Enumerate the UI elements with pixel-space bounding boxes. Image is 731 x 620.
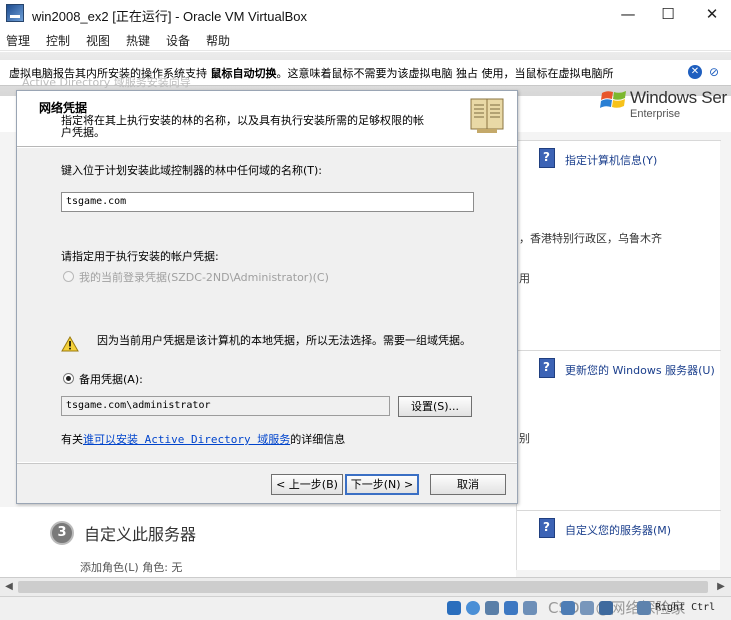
server-manager-right-panel: 指定计算机信息(Y) ，香港特别行政区，乌鲁木齐 用 更新您的 Windows … — [516, 140, 721, 570]
windows-server-logo: Windows Ser Enterprise — [600, 84, 731, 124]
next-button[interactable]: 下一步(N) > — [345, 474, 419, 495]
menu-help[interactable]: 帮助 — [206, 32, 230, 49]
current-credentials-radio[interactable] — [63, 271, 74, 282]
link-specify-computer-info[interactable]: 指定计算机信息(Y) — [565, 152, 657, 168]
menu-view[interactable]: 视图 — [86, 32, 110, 49]
logo-text: Windows Ser — [630, 88, 727, 107]
dont-show-again-icon[interactable]: ⊘ — [706, 64, 722, 80]
scroll-left-arrow-icon[interactable]: ◀ — [2, 580, 16, 594]
logo-subtext: Enterprise — [630, 108, 681, 120]
link-update-windows-server[interactable]: 更新您的 Windows 服务器(U) — [565, 362, 715, 378]
domain-name-input[interactable]: tsgame.com — [61, 192, 474, 212]
network-icon[interactable] — [504, 601, 518, 615]
credentials-label: 请指定用于执行安装的帐户凭据: — [61, 250, 219, 263]
link-customize-server[interactable]: 自定义您的服务器(M) — [565, 522, 671, 538]
alternate-credentials-label: 备用凭据(A): — [79, 373, 143, 386]
cancel-button[interactable]: 取消 — [430, 474, 506, 495]
usb-icon[interactable] — [523, 601, 537, 615]
cpu-icon[interactable] — [599, 601, 613, 615]
window-title: win2008_ex2 [正在运行] - Oracle VM VirtualBo… — [32, 9, 308, 24]
wizard-page-subtitle: 指定将在其上执行安装的林的名称，以及具有执行安装所需的足够权限的帐户凭据。 — [61, 114, 424, 139]
menubar: 管理 控制 视图 热键 设备 帮助 — [0, 29, 731, 51]
menu-manage[interactable]: 管理 — [6, 32, 30, 49]
partial-text: 用 — [519, 272, 530, 285]
alternate-credentials-radio[interactable] — [63, 373, 74, 384]
set-credentials-button[interactable]: 设置(S)... — [398, 396, 472, 417]
location-text: ，香港特别行政区，乌鲁木齐 — [519, 232, 662, 245]
partial-text: 别 — [519, 432, 530, 445]
warning-text: 因为当前用户凭据是该计算机的本地凭据，所以无法选择。需要一组域凭据。 — [97, 334, 471, 347]
wizard-body: 键入位于计划安装此域控制器的林中任何域的名称(T): tsgame.com 请指… — [17, 148, 517, 462]
display-icon[interactable] — [561, 601, 575, 615]
close-window-button[interactable]: ✕ — [698, 3, 726, 25]
roles-row: 添加角色(L) 角色: 无 — [80, 561, 183, 574]
help-doc-icon — [539, 148, 555, 168]
wizard-window-title-faded: Active Directory 域服务安装向导 — [22, 76, 191, 89]
divider — [517, 350, 721, 351]
vbox-status-bar: CSDN @网络探险家 Right Ctrl — [0, 596, 731, 620]
mouse-integration-icon[interactable] — [637, 601, 651, 615]
wizard-header: 网络凭据 指定将在其上执行安装的林的名称，以及具有执行安装所需的足够权限的帐户凭… — [17, 91, 517, 147]
divider — [517, 510, 721, 511]
menu-control[interactable]: 控制 — [46, 32, 70, 49]
optical-drive-icon[interactable] — [466, 601, 480, 615]
ad-install-wizard-dialog: 网络凭据 指定将在其上执行安装的林的名称，以及具有执行安装所需的足够权限的帐户凭… — [16, 90, 518, 504]
section-title: 自定义此服务器 — [84, 525, 197, 544]
host-key-label: Right Ctrl — [655, 602, 716, 613]
alternate-credentials-field: tsgame.com\administrator — [61, 396, 390, 416]
scroll-thumb[interactable] — [18, 581, 708, 593]
guest-screen[interactable]: Windows Ser Enterprise 指定计算机信息(Y) ，香港特别行… — [0, 52, 731, 596]
minimize-button[interactable]: — — [614, 3, 642, 25]
divider — [517, 140, 721, 141]
current-credentials-label: 我的当前登录凭据(SZDC-2ND\Administrator)(C) — [79, 271, 329, 284]
more-info-line: 有关谁可以安装 Active Directory 域服务的详细信息 — [61, 433, 346, 446]
help-doc-icon — [539, 518, 555, 538]
vbox-titlebar: win2008_ex2 [正在运行] - Oracle VM VirtualBo… — [0, 0, 731, 29]
back-button[interactable]: < 上一步(B) — [271, 474, 343, 495]
menu-devices[interactable]: 设备 — [166, 32, 190, 49]
hard-disk-icon[interactable] — [447, 601, 461, 615]
who-can-install-link[interactable]: 谁可以安装 Active Directory 域服务 — [83, 433, 290, 446]
help-doc-icon — [539, 358, 555, 378]
horizontal-scrollbar[interactable]: ◀ ▶ — [0, 577, 731, 596]
scroll-right-arrow-icon[interactable]: ▶ — [714, 580, 728, 594]
step-number-badge: 3 — [50, 521, 74, 545]
menu-hotkey[interactable]: 热键 — [126, 32, 150, 49]
warning-icon — [61, 336, 79, 352]
windows-flag-icon — [600, 91, 626, 108]
close-notification-icon[interactable]: ✕ — [688, 65, 702, 79]
virtualbox-app-icon — [6, 4, 24, 22]
audio-icon[interactable] — [485, 601, 499, 615]
recording-icon[interactable] — [580, 601, 594, 615]
open-book-icon — [470, 98, 504, 133]
maximize-button[interactable]: ☐ — [654, 3, 682, 25]
wizard-footer: < 上一步(B) 下一步(N) > 取消 — [17, 463, 517, 503]
domain-name-label: 键入位于计划安装此域控制器的林中任何域的名称(T): — [61, 164, 323, 177]
